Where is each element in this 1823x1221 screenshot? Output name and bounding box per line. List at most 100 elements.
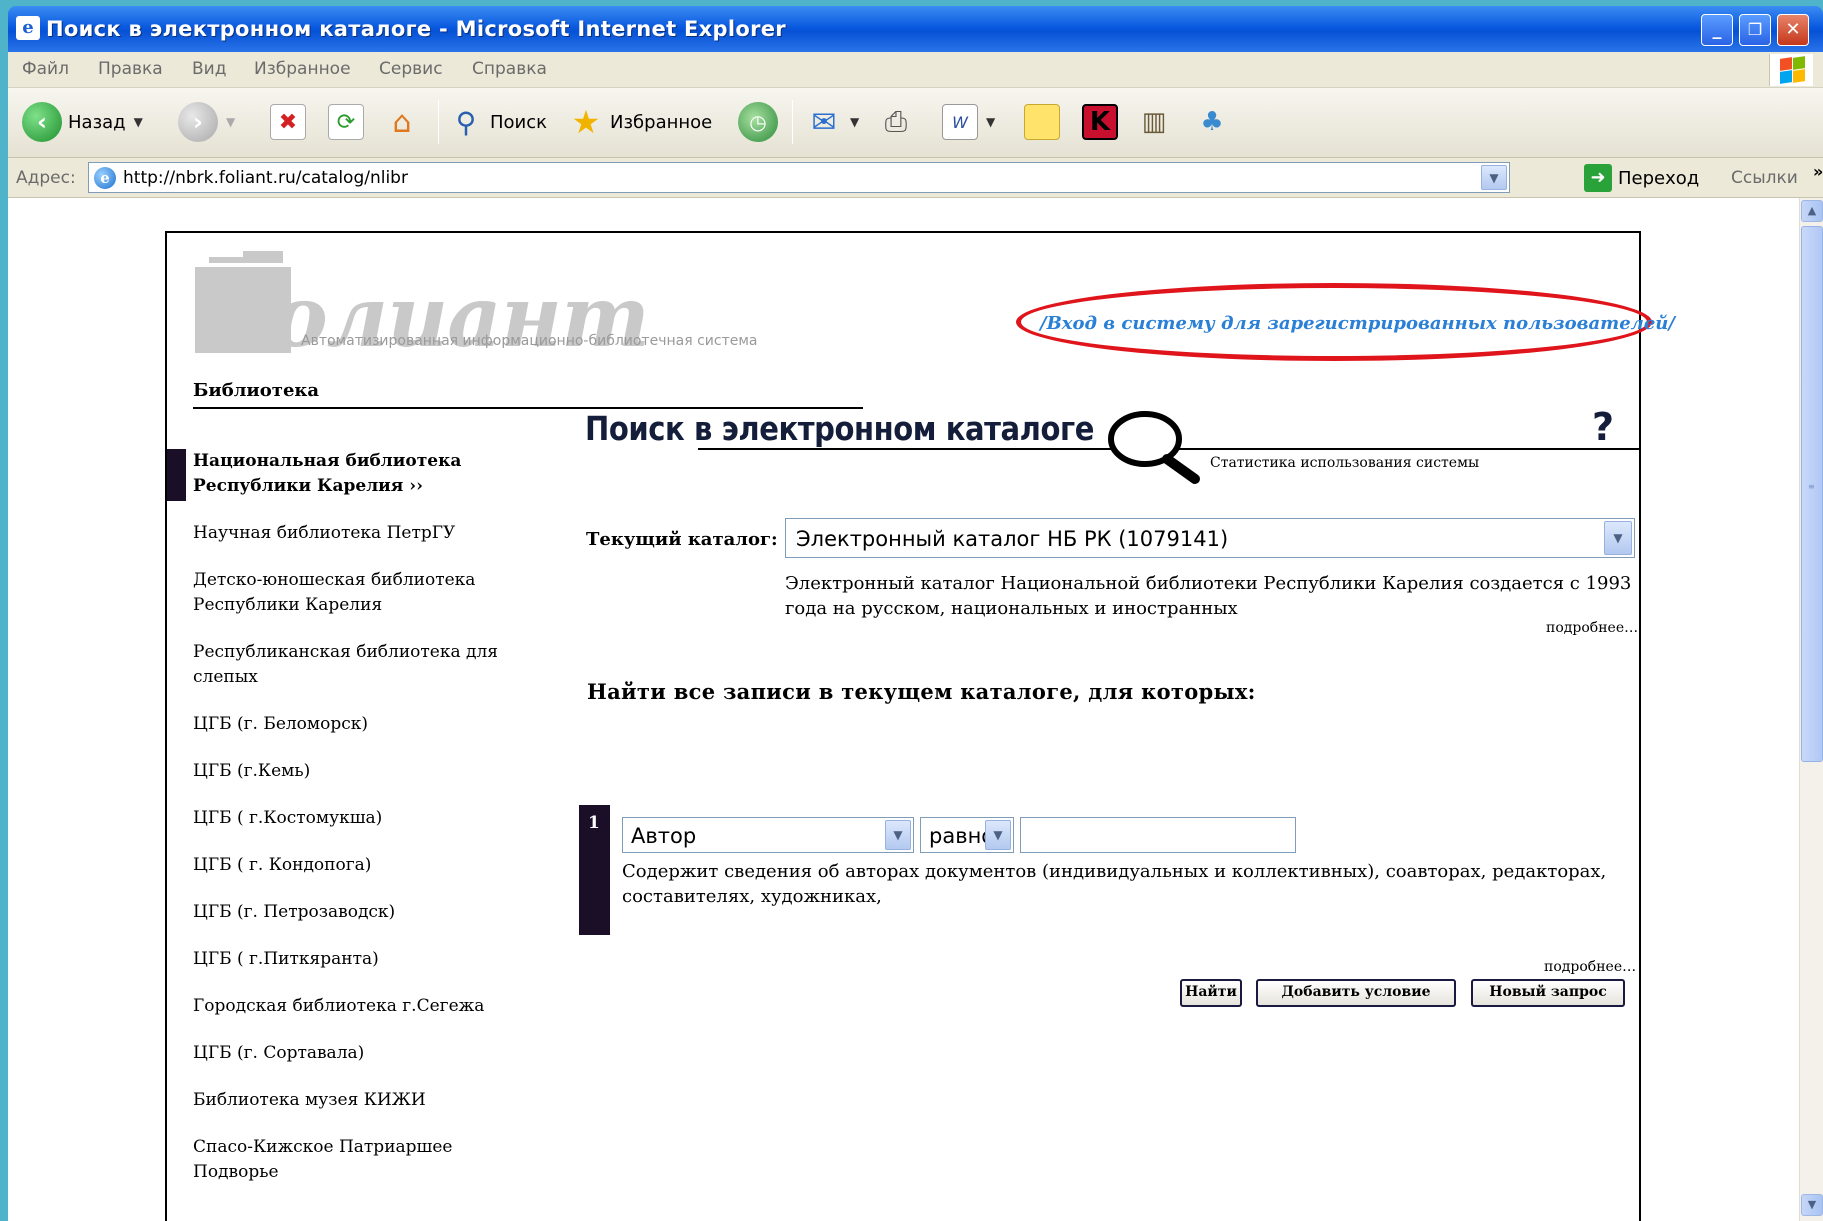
- back-arrow-icon: ‹: [22, 102, 62, 142]
- history-button[interactable]: ◷: [738, 98, 778, 146]
- condition-more-link[interactable]: подробнее…: [1544, 959, 1636, 975]
- scroll-up-icon[interactable]: ▲: [1801, 200, 1823, 222]
- library-item-pitkyaranta[interactable]: ЦГБ ( г.Питкяранта): [167, 947, 507, 972]
- mail-button[interactable]: ✉ ▼: [806, 98, 859, 146]
- library-item-kondopoga[interactable]: ЦГБ ( г. Кондопога): [167, 853, 507, 878]
- messenger-button[interactable]: ♣: [1194, 98, 1230, 146]
- search-condition: 1 Автор ▼ равно ▼ Содержит сведения об а…: [579, 805, 1639, 935]
- minimize-button[interactable]: _: [1701, 14, 1733, 46]
- menu-favorites[interactable]: Избранное: [254, 59, 351, 79]
- refresh-button[interactable]: ⟳: [328, 98, 364, 146]
- library-item-petrozavodsk[interactable]: ЦГБ (г. Петрозаводск): [167, 900, 507, 925]
- forward-dropdown-icon[interactable]: ▼: [226, 115, 235, 129]
- menu-tools[interactable]: Сервис: [379, 59, 443, 79]
- mail-icon: ✉: [811, 104, 837, 140]
- star-icon: ★: [571, 103, 601, 141]
- back-label: Назад: [68, 111, 126, 133]
- toolbar-separator: [792, 100, 793, 144]
- edit-button[interactable]: W ▼: [942, 98, 995, 146]
- search-term-input[interactable]: [1020, 817, 1296, 853]
- catalog-more-link[interactable]: подробнее…: [1546, 620, 1638, 636]
- field-select[interactable]: Автор ▼: [622, 817, 914, 853]
- magnifier-icon: [1108, 411, 1200, 484]
- scroll-grip-icon: ≡: [1808, 482, 1815, 491]
- stop-button[interactable]: ✖: [270, 98, 306, 146]
- window-title-bar[interactable]: e Поиск в электронном каталоге - Microso…: [8, 6, 1823, 52]
- home-icon: ⌂: [392, 104, 412, 140]
- library-item-youth[interactable]: Детско-юношеская библиотека Республики К…: [167, 568, 507, 618]
- favorites-button[interactable]: ★ Избранное: [568, 98, 713, 146]
- address-input[interactable]: e http://nbrk.foliant.ru/catalog/nlibr ▼: [88, 162, 1510, 193]
- ie-app-icon[interactable]: e: [16, 16, 40, 40]
- page-ie-icon: e: [94, 167, 116, 189]
- refresh-icon: ⟳: [328, 104, 364, 140]
- page-frame: Фолиант Автоматизированная информационно…: [165, 231, 1675, 1221]
- library-item-segezha[interactable]: Городская библиотека г.Сегежа: [167, 994, 507, 1019]
- menu-file[interactable]: Файл: [22, 59, 69, 79]
- forward-button[interactable]: › ▼: [178, 98, 235, 146]
- close-button[interactable]: ✕: [1777, 14, 1809, 46]
- search-icon: ⚲: [455, 105, 477, 139]
- chevron-down-icon[interactable]: ▼: [885, 820, 911, 850]
- library-item-kizhi[interactable]: Библиотека музея КИЖИ: [167, 1088, 507, 1113]
- library-section-title: Библиотека: [193, 380, 320, 401]
- menu-edit[interactable]: Правка: [98, 59, 163, 79]
- sticky-note-icon: [1024, 104, 1060, 140]
- address-url[interactable]: http://nbrk.foliant.ru/catalog/nlibr: [123, 168, 408, 188]
- catalog-select[interactable]: Электронный каталог НБ РК (1079141) ▼: [785, 518, 1635, 558]
- condition-number: 1: [579, 805, 610, 935]
- chevron-down-icon[interactable]: ▼: [1604, 521, 1632, 555]
- back-dropdown-icon[interactable]: ▼: [134, 115, 143, 129]
- page-title: Поиск в электронном каталоге: [585, 409, 1095, 448]
- menu-view[interactable]: Вид: [192, 59, 226, 79]
- go-arrow-icon: ➜: [1584, 164, 1612, 192]
- add-condition-button[interactable]: Добавить условие: [1256, 979, 1456, 1007]
- chevron-down-icon[interactable]: ▼: [985, 820, 1011, 850]
- messenger-people-icon: ♣: [1200, 107, 1224, 137]
- maximize-button[interactable]: ❐: [1739, 14, 1771, 46]
- library-item-kem[interactable]: ЦГБ (г.Кемь): [167, 759, 507, 784]
- library-item-sortavala[interactable]: ЦГБ (г. Сортавала): [167, 1041, 507, 1066]
- operator-select[interactable]: равно ▼: [920, 817, 1014, 853]
- scroll-down-icon[interactable]: ▼: [1801, 1194, 1823, 1216]
- research-button[interactable]: ▥: [1136, 98, 1172, 146]
- menu-help[interactable]: Справка: [472, 59, 547, 79]
- library-item-kostomuksha[interactable]: ЦГБ ( г.Костомукша): [167, 806, 507, 831]
- search-label: Поиск: [490, 111, 548, 133]
- note-button[interactable]: [1024, 98, 1060, 146]
- library-item-petrsu[interactable]: Научная библиотека ПетрГУ: [167, 521, 507, 546]
- toolbar: ‹ Назад ▼ › ▼ ✖ ⟳ ⌂ ⚲ Поиск ★ Избранное …: [8, 88, 1823, 158]
- usage-statistics-link[interactable]: Статистика использования системы: [1210, 455, 1479, 471]
- vertical-scrollbar[interactable]: ▲ ≡ ▼: [1799, 198, 1823, 1221]
- favorites-label: Избранное: [610, 111, 713, 133]
- new-query-button[interactable]: Новый запрос: [1471, 979, 1625, 1007]
- library-item-blind[interactable]: Республиканская библиотека для слепых: [167, 640, 507, 690]
- kaspersky-button[interactable]: K: [1082, 98, 1118, 146]
- go-label: Переход: [1618, 167, 1700, 189]
- go-button[interactable]: ➜ Переход: [1584, 164, 1699, 192]
- library-item-belomorsk[interactable]: ЦГБ (г. Беломорск): [167, 712, 507, 737]
- print-button[interactable]: ⎙: [878, 98, 914, 146]
- printer-icon: ⎙: [884, 105, 908, 138]
- home-button[interactable]: ⌂: [384, 98, 420, 146]
- edit-dropdown-icon[interactable]: ▼: [986, 115, 995, 129]
- condition-description: Содержит сведения об авторах документов …: [622, 861, 1607, 907]
- library-item-spaso-kizhi[interactable]: Спасо-Кижское Патриаршее Подворье: [167, 1135, 507, 1185]
- stop-icon: ✖: [270, 104, 306, 140]
- login-link[interactable]: /Вход в систему для зарегистрированных п…: [1040, 313, 1675, 334]
- address-label: Адрес:: [16, 168, 76, 188]
- links-label[interactable]: Ссылки: [1731, 168, 1798, 188]
- toolbar-separator: [438, 100, 439, 144]
- search-button[interactable]: ⚲ Поиск: [448, 98, 547, 146]
- find-button[interactable]: Найти: [1180, 979, 1242, 1007]
- scroll-thumb[interactable]: ≡: [1801, 226, 1823, 762]
- library-item-nbrk[interactable]: Национальная библиотека Республики Карел…: [167, 449, 507, 501]
- catalog-select-value: Электронный каталог НБ РК (1079141): [796, 527, 1229, 551]
- address-dropdown-icon[interactable]: ▼: [1481, 165, 1507, 190]
- page-viewport: Фолиант Автоматизированная информационно…: [8, 198, 1799, 1221]
- links-chevron-icon[interactable]: »: [1813, 162, 1823, 181]
- back-button[interactable]: ‹ Назад ▼: [22, 98, 143, 146]
- help-button[interactable]: ?: [1592, 405, 1614, 449]
- mail-dropdown-icon[interactable]: ▼: [850, 115, 859, 129]
- menu-bar: Файл Правка Вид Избранное Сервис Справка: [8, 52, 1823, 88]
